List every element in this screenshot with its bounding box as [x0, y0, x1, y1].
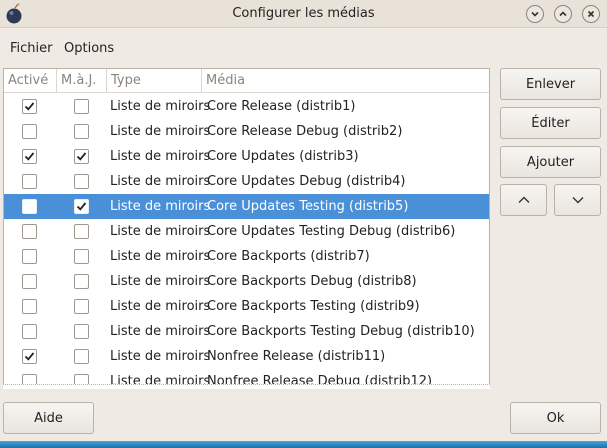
media-type: Liste de miroirs: [110, 224, 211, 239]
enabled-checkbox[interactable]: [22, 149, 37, 164]
update-checkbox[interactable]: [74, 349, 89, 364]
enabled-checkbox[interactable]: [22, 349, 37, 364]
update-checkbox[interactable]: [74, 224, 89, 239]
media-type: Liste de miroirs: [110, 149, 211, 164]
update-checkbox[interactable]: [74, 124, 89, 139]
update-checkbox[interactable]: [74, 174, 89, 189]
enabled-checkbox[interactable]: [22, 274, 37, 289]
media-name: Core Updates Debug (distrib4): [207, 174, 406, 189]
media-row[interactable]: Liste de miroirs Core Updates Testing Deb…: [4, 219, 489, 244]
chevron-up-icon: [518, 196, 529, 203]
media-type: Liste de miroirs: [110, 124, 211, 139]
media-row[interactable]: Liste de miroirs Nonfree Release (distrib…: [4, 344, 489, 369]
move-up-button[interactable]: [500, 184, 547, 216]
update-checkbox[interactable]: [74, 249, 89, 264]
media-name: Core Release Debug (distrib2): [207, 124, 403, 139]
update-checkbox[interactable]: [74, 199, 89, 214]
update-checkbox[interactable]: [74, 274, 89, 289]
media-name: Core Backports Debug (distrib8): [207, 274, 417, 289]
media-name: Core Backports Testing Debug (distrib10): [207, 324, 475, 339]
media-row[interactable]: Liste de miroirs Core Backports Debug (di…: [4, 269, 489, 294]
media-name: Nonfree Release (distrib11): [207, 349, 386, 364]
enabled-checkbox[interactable]: [22, 124, 37, 139]
edit-button[interactable]: Éditer: [500, 107, 601, 139]
media-type: Liste de miroirs: [110, 199, 211, 214]
maximize-button[interactable]: [554, 5, 572, 23]
media-name: Core Updates Testing (distrib5): [207, 199, 409, 214]
media-name: Core Backports (distrib7): [207, 249, 370, 264]
media-row[interactable]: Liste de miroirs Core Updates Debug (dist…: [4, 169, 489, 194]
remove-button[interactable]: Enlever: [500, 68, 601, 100]
column-header-media[interactable]: Média: [202, 69, 489, 93]
menu-options[interactable]: Options: [64, 41, 114, 56]
update-checkbox[interactable]: [74, 99, 89, 114]
media-row[interactable]: Liste de miroirs Core Updates (distrib3): [4, 144, 489, 169]
enabled-checkbox[interactable]: [22, 224, 37, 239]
media-row[interactable]: Liste de miroirs Core Backports Testing (…: [4, 294, 489, 319]
minimize-icon: [531, 11, 539, 17]
chevron-down-icon: [572, 197, 583, 204]
media-type: Liste de miroirs: [110, 99, 211, 114]
close-button[interactable]: [582, 5, 600, 23]
title-bar[interactable]: Configurer les médias: [0, 0, 607, 28]
update-checkbox[interactable]: [74, 324, 89, 339]
media-type: Liste de miroirs: [110, 324, 211, 339]
media-name: Core Release (distrib1): [207, 99, 356, 114]
add-button[interactable]: Ajouter: [500, 146, 601, 178]
list-scroll-edge: [3, 384, 490, 389]
enabled-checkbox[interactable]: [22, 99, 37, 114]
media-row[interactable]: Liste de miroirs Core Backports (distrib7…: [4, 244, 489, 269]
help-button[interactable]: Aide: [3, 402, 94, 434]
minimize-button[interactable]: [526, 5, 544, 23]
enabled-checkbox[interactable]: [22, 324, 37, 339]
media-row[interactable]: Liste de miroirs Core Updates Testing (di…: [4, 194, 489, 219]
media-type: Liste de miroirs: [110, 174, 211, 189]
media-row[interactable]: Liste de miroirs Core Release (distrib1): [4, 94, 489, 119]
enabled-checkbox[interactable]: [22, 199, 37, 214]
list-header: Activé M.à.J. Type Média: [4, 69, 489, 93]
media-type: Liste de miroirs: [110, 299, 211, 314]
move-down-button[interactable]: [554, 184, 601, 216]
media-list[interactable]: Activé M.à.J. Type Média Liste de miroir…: [3, 68, 490, 389]
menu-bar: Fichier Options: [0, 38, 607, 60]
taskbar-edge: [0, 441, 607, 448]
column-header-enabled[interactable]: Activé: [4, 69, 57, 93]
media-type: Liste de miroirs: [110, 274, 211, 289]
media-type: Liste de miroirs: [110, 349, 211, 364]
media-row[interactable]: Liste de miroirs Core Backports Testing D…: [4, 319, 489, 344]
ok-button[interactable]: Ok: [510, 402, 601, 434]
enabled-checkbox[interactable]: [22, 249, 37, 264]
close-icon: [587, 10, 595, 18]
column-header-type[interactable]: Type: [107, 69, 202, 93]
enabled-checkbox[interactable]: [22, 174, 37, 189]
media-row[interactable]: Liste de miroirs Core Release Debug (dist…: [4, 119, 489, 144]
column-header-update[interactable]: M.à.J.: [57, 69, 107, 93]
update-checkbox[interactable]: [74, 149, 89, 164]
media-type: Liste de miroirs: [110, 249, 211, 264]
menu-fichier[interactable]: Fichier: [10, 41, 53, 56]
maximize-icon: [559, 11, 567, 17]
window-title: Configurer les médias: [232, 6, 375, 21]
update-checkbox[interactable]: [74, 299, 89, 314]
enabled-checkbox[interactable]: [22, 299, 37, 314]
media-name: Core Updates Testing Debug (distrib6): [207, 224, 456, 239]
media-name: Core Updates (distrib3): [207, 149, 359, 164]
media-name: Core Backports Testing (distrib9): [207, 299, 420, 314]
